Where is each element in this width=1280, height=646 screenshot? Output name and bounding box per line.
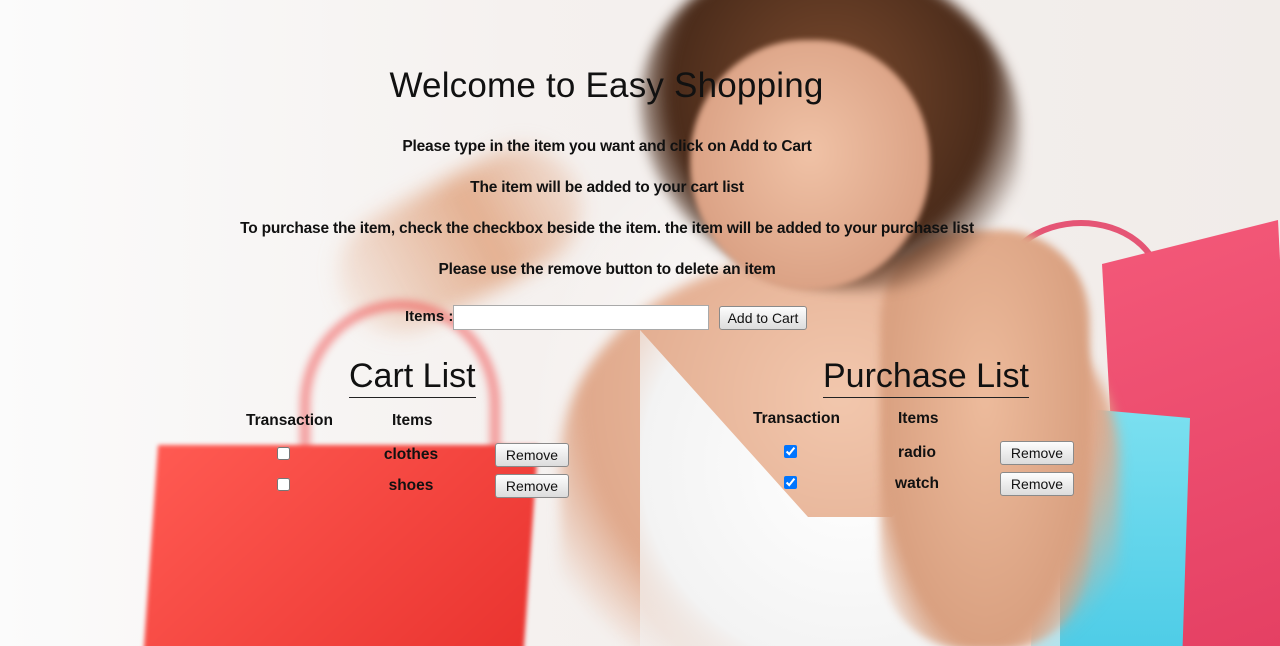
purchase-row-checkbox[interactable] xyxy=(784,476,797,489)
purchase-items-header: Items xyxy=(898,410,939,427)
cart-transaction-header: Transaction xyxy=(246,412,333,429)
purchase-remove-button[interactable]: Remove xyxy=(1000,472,1074,496)
items-label: Items : xyxy=(405,308,454,325)
cart-items-header: Items xyxy=(392,412,433,429)
purchase-row-checkbox[interactable] xyxy=(784,445,797,458)
cart-row-item: clothes xyxy=(383,446,439,463)
add-to-cart-button[interactable]: Add to Cart xyxy=(719,306,807,330)
purchase-row-item: watch xyxy=(895,475,939,492)
cart-row-checkbox[interactable] xyxy=(277,478,290,491)
page-title: Welcome to Easy Shopping xyxy=(389,66,824,105)
purchase-row-item: radio xyxy=(898,444,936,461)
purchase-list-title: Purchase List xyxy=(823,357,1029,398)
cart-row-item: shoes xyxy=(388,477,434,494)
instruction-line-1: Please type in the item you want and cli… xyxy=(402,138,812,155)
instruction-line-4: Please use the remove button to delete a… xyxy=(438,261,776,278)
item-input[interactable] xyxy=(453,305,709,330)
cart-list-title: Cart List xyxy=(349,357,476,398)
instruction-line-3: To purchase the item, check the checkbox… xyxy=(240,220,974,237)
cart-remove-button[interactable]: Remove xyxy=(495,474,569,498)
purchase-remove-button[interactable]: Remove xyxy=(1000,441,1074,465)
main-content: Welcome to Easy Shopping Please type in … xyxy=(0,0,1280,646)
instruction-line-2: The item will be added to your cart list xyxy=(470,179,744,196)
cart-row-checkbox[interactable] xyxy=(277,447,290,460)
cart-remove-button[interactable]: Remove xyxy=(495,443,569,467)
purchase-transaction-header: Transaction xyxy=(753,410,840,427)
